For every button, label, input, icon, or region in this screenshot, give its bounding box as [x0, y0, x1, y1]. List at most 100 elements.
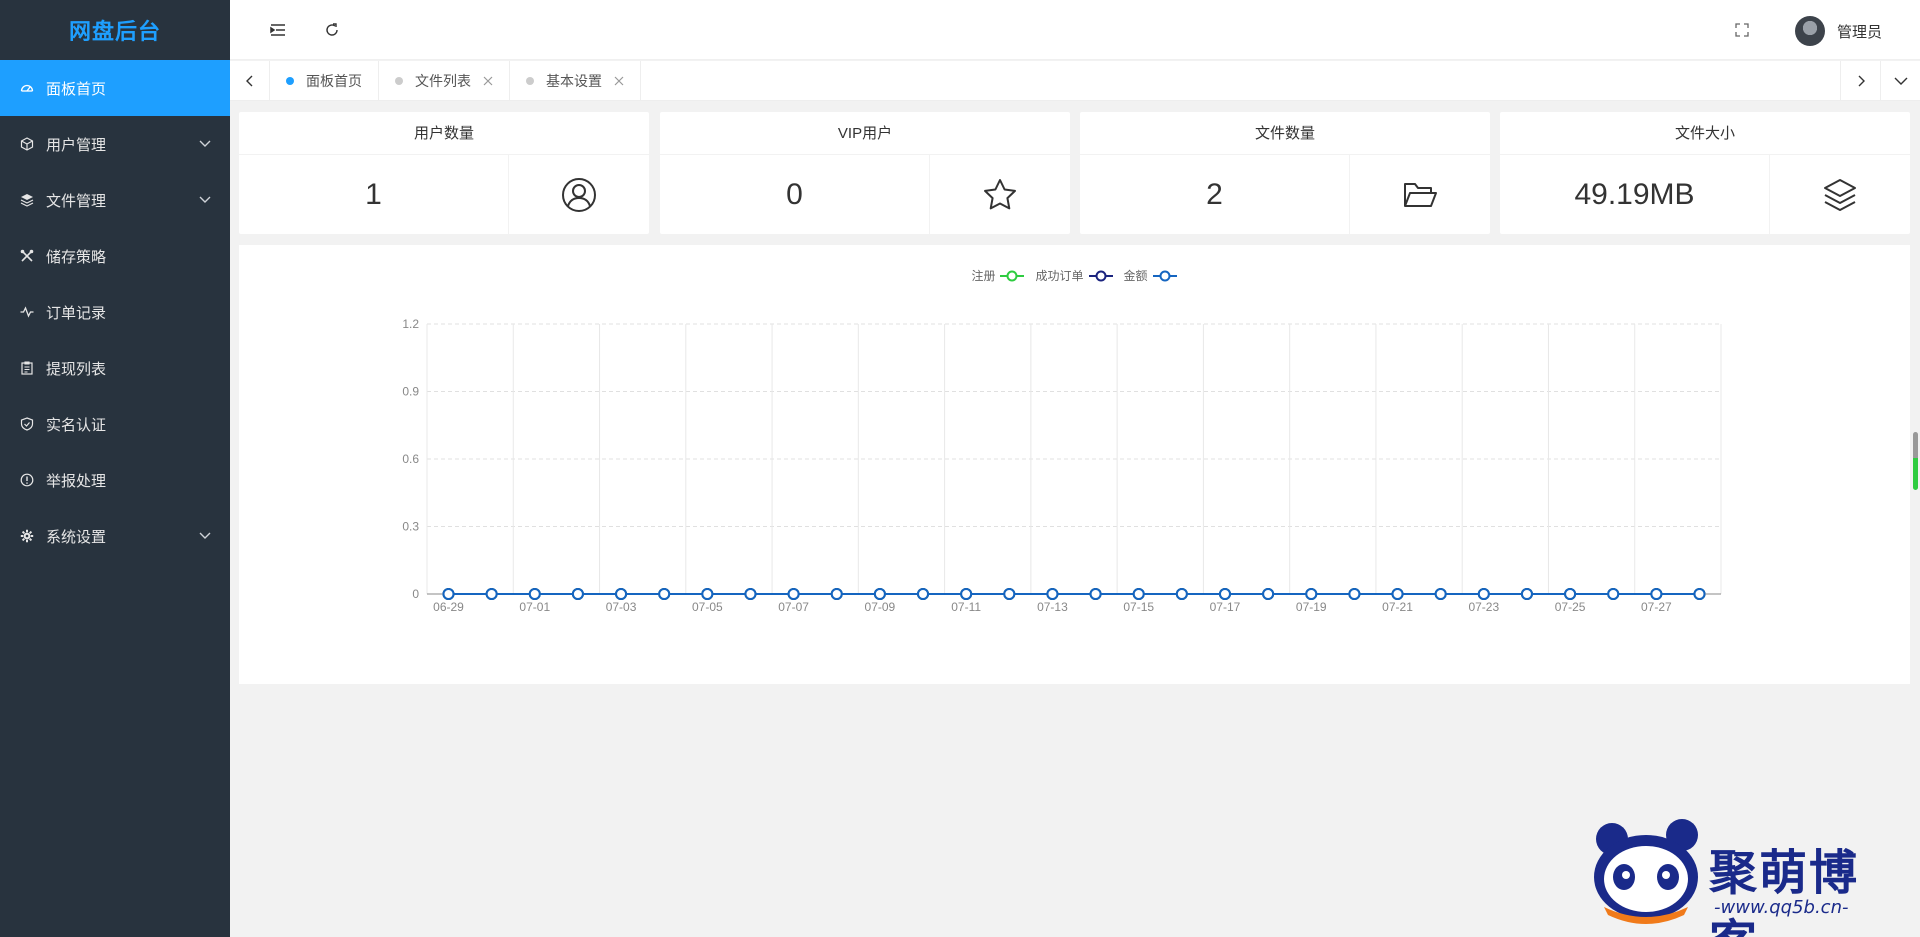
data-point[interactable] [917, 588, 930, 600]
x-tick-label: 07-01 [519, 600, 550, 614]
x-tick-label: 07-13 [1037, 600, 1068, 614]
sidebar-item-4[interactable]: 储存策略 [0, 228, 230, 284]
data-point[interactable] [571, 588, 584, 600]
y-tick-label: 1.2 [402, 317, 419, 331]
sidebar-item-9[interactable]: 系统设置 [0, 508, 230, 564]
sidebar-item-label: 系统设置 [46, 528, 107, 546]
tab-status-dot [526, 77, 534, 85]
data-point[interactable] [787, 588, 800, 600]
data-point[interactable] [1520, 588, 1533, 600]
line-chart: 0 0.3 0.6 0.9 1.2 06-29 07-01 07-03 07-05 07-07 07… [402, 317, 1722, 614]
sidebar-item-label: 提现列表 [46, 360, 107, 378]
sidebar-item-label: 实名认证 [46, 416, 107, 434]
sidebar-item-label: 举报处理 [46, 472, 107, 490]
close-icon[interactable] [614, 76, 624, 86]
panda-logo-icon [1594, 819, 1698, 924]
stat-card-1: 用户数量 1 [239, 112, 649, 234]
data-point[interactable] [744, 588, 757, 600]
stat-card-3: 文件数量 2 [1080, 112, 1490, 234]
refresh-button[interactable] [320, 18, 344, 42]
sidebar-item-2[interactable]: 用户管理 [0, 116, 230, 172]
x-tick-label: 07-15 [1123, 600, 1154, 614]
card-value: 1 [239, 155, 509, 234]
x-tick-label: 07-17 [1210, 600, 1241, 614]
tabs-dropdown-button[interactable] [1880, 61, 1920, 101]
sidebar-item-1[interactable]: 面板首页 [0, 60, 230, 116]
chevron-right-icon [1858, 75, 1865, 87]
data-point[interactable] [1391, 588, 1404, 600]
tab-2[interactable]: 文件列表 [379, 61, 510, 101]
y-tick-label: 0.9 [402, 385, 419, 399]
brand-title: 网盘后台 [68, 19, 161, 44]
y-tick-label: 0.6 [402, 452, 419, 466]
data-point[interactable] [960, 588, 973, 600]
sidebar-item-8[interactable]: 举报处理 [0, 452, 230, 508]
fullscreen-button[interactable] [1730, 18, 1754, 42]
info-icon [20, 473, 34, 487]
data-point[interactable] [1262, 588, 1275, 600]
user-menu[interactable]: 管理员 [1794, 16, 1882, 46]
data-point[interactable] [485, 588, 498, 600]
sidebar-item-3[interactable]: 文件管理 [0, 172, 230, 228]
sidebar-item-label: 储存策略 [46, 248, 107, 266]
data-point[interactable] [1650, 588, 1663, 600]
sidebar-item-6[interactable]: 提现列表 [0, 340, 230, 396]
data-point[interactable] [1003, 588, 1016, 600]
data-point[interactable] [442, 588, 455, 600]
tabs-scroll-right-button[interactable] [1840, 61, 1880, 101]
data-point[interactable] [1607, 588, 1620, 600]
sidebar-item-label: 用户管理 [46, 136, 107, 154]
menu-toggle-button[interactable] [266, 18, 290, 42]
data-point[interactable] [873, 588, 886, 600]
data-point[interactable] [1348, 588, 1361, 600]
data-point[interactable] [1046, 588, 1059, 600]
sidebar-item-7[interactable]: 实名认证 [0, 396, 230, 452]
sidebar: 网盘后台 面板首页用户管理文件管理储存策略订单记录提现列表实名认证举报处理系统设… [0, 0, 230, 937]
close-icon[interactable] [483, 76, 493, 86]
x-tick-label: 07-03 [606, 600, 637, 614]
tab-1[interactable]: 面板首页 [270, 61, 379, 101]
cube-icon [20, 137, 34, 151]
data-point[interactable] [1564, 588, 1577, 600]
tab-3[interactable]: 基本设置 [510, 61, 641, 101]
data-point[interactable] [830, 588, 843, 600]
data-point[interactable] [1132, 588, 1145, 600]
tabs-list: 面板首页 文件列表 基本设置 [270, 61, 641, 101]
tools-icon [20, 249, 34, 263]
tab-status-dot [395, 77, 403, 85]
data-point[interactable] [1477, 588, 1490, 600]
data-point[interactable] [528, 588, 541, 600]
data-point[interactable] [701, 588, 714, 600]
data-point[interactable] [1218, 588, 1231, 600]
tabs-scroll-left-button[interactable] [230, 61, 270, 101]
sidebar-item-label: 订单记录 [46, 304, 107, 322]
menu-fold-icon [270, 24, 285, 36]
data-point[interactable] [1175, 588, 1188, 600]
scrollbar[interactable] [1913, 432, 1918, 490]
clipboard-icon [20, 361, 34, 375]
tab-status-dot [286, 77, 294, 85]
sidebar-item-5[interactable]: 订单记录 [0, 284, 230, 340]
data-point[interactable] [1434, 588, 1447, 600]
shield-icon [20, 417, 34, 431]
chevron-down-icon [1894, 77, 1907, 85]
x-tick-label: 06-29 [433, 600, 464, 614]
x-tick-label: 07-27 [1641, 600, 1672, 614]
data-point[interactable] [1693, 588, 1706, 600]
sidebar-item-label: 面板首页 [46, 80, 107, 98]
card-title: 文件大小 [1500, 112, 1910, 155]
data-point[interactable] [1305, 588, 1318, 600]
chart-panel: 注册 成功订单 金额 0 0.3 0.6 0.9 1.2 06-29 07-01 07-03 07-… [239, 245, 1910, 684]
watermark-logo: 聚萌博客 -www.qq5b.cn- [1584, 815, 1904, 937]
data-point[interactable] [658, 588, 671, 600]
refresh-icon [326, 23, 338, 36]
y-tick-label: 0.3 [402, 520, 419, 534]
x-tick-label: 07-19 [1296, 600, 1327, 614]
card-title: VIP用户 [660, 112, 1070, 155]
x-tick-label: 07-11 [951, 600, 981, 614]
star-icon [930, 155, 1070, 234]
data-point[interactable] [615, 588, 628, 600]
data-point[interactable] [1089, 588, 1102, 600]
stat-card-2: VIP用户 0 [660, 112, 1070, 234]
avatar [1794, 16, 1825, 46]
